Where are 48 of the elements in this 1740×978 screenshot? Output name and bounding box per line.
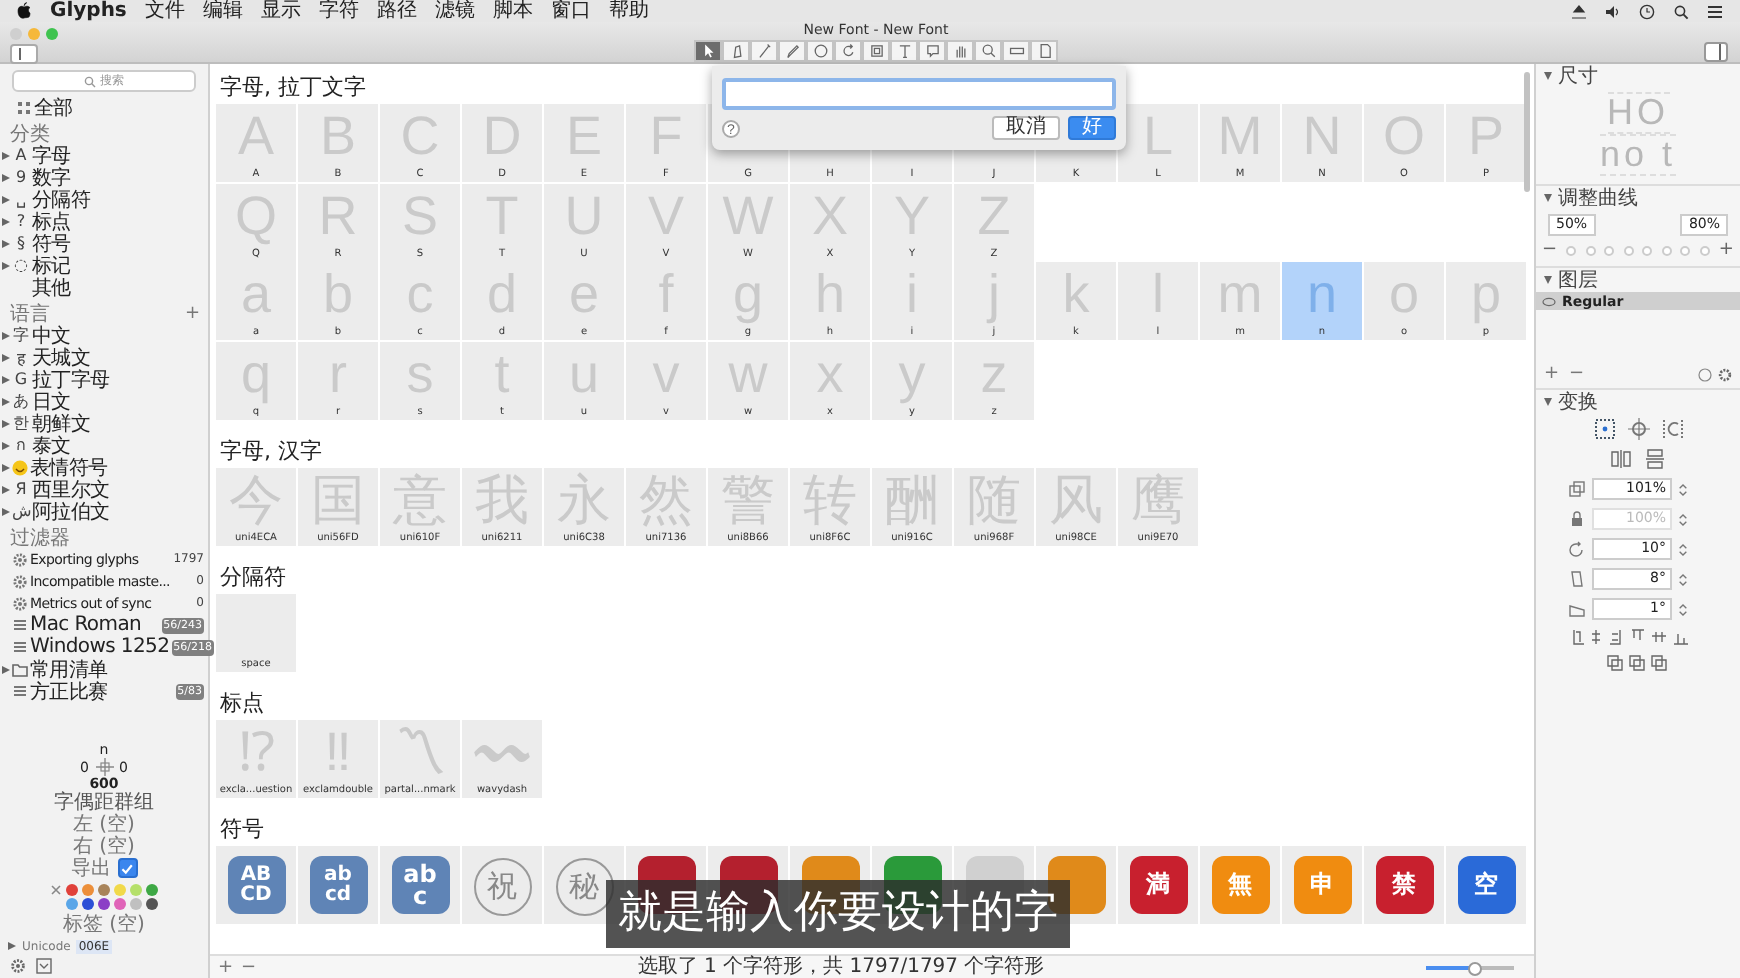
section-header: 语言	[10, 301, 50, 325]
script-icon: A	[12, 146, 30, 164]
script-icon: ش	[12, 502, 30, 520]
script-icon: Я	[12, 480, 30, 498]
script-icon: ह	[12, 346, 30, 368]
emoji-glyph: 空	[1457, 856, 1515, 914]
script-icon: 字	[12, 324, 30, 346]
panel-title: 调整曲线	[1558, 185, 1638, 212]
emoji-glyph: 祝	[473, 858, 531, 916]
field-label: 标签	[63, 914, 104, 936]
script-icon: 9	[12, 168, 30, 186]
emoji-glyph: 申	[1293, 856, 1351, 914]
script-icon: G	[12, 370, 30, 388]
glyph-preview: 〰	[475, 720, 529, 784]
panel-title: 图层	[1558, 268, 1598, 294]
script-icon: あ	[12, 390, 30, 412]
field-label: 左	[73, 814, 94, 836]
glyph-preview: ⁉	[238, 720, 274, 784]
panel-title: 变换	[1558, 389, 1598, 416]
emoji-glyph: 無	[1211, 856, 1269, 914]
glyph-preview: ‼	[324, 720, 352, 784]
section-title: 字母, 拉丁文字	[218, 72, 366, 104]
glyph-preview: 〽	[393, 720, 447, 784]
field-label: 导出	[71, 858, 111, 880]
panel-title: 尺寸	[1558, 63, 1598, 90]
emoji-glyph: abc	[391, 856, 449, 914]
section-title: 标点	[218, 688, 264, 720]
section-title: 分隔符	[218, 562, 286, 594]
subtitle-toast: 就是输入你要设计的字	[606, 880, 1070, 948]
preview-text: HO	[1607, 92, 1669, 134]
field-label: 右	[73, 836, 94, 858]
script-icon: ?	[12, 212, 30, 230]
section-header: 过滤器	[10, 525, 70, 551]
kerning-label: 字偶距群组	[54, 792, 154, 814]
section-header: 分类	[10, 121, 50, 145]
emoji-glyph: 禁	[1375, 856, 1433, 914]
script-icon: 한	[12, 412, 30, 434]
emoji-glyph: 満	[1129, 856, 1187, 914]
script-icon: §	[12, 234, 30, 252]
script-icon: ◌	[12, 256, 30, 274]
preview-text: no t	[1599, 134, 1677, 176]
section-title: 符号	[218, 814, 264, 846]
emoji-glyph: abcd	[309, 856, 367, 914]
script-icon: ␣	[12, 190, 30, 208]
status-text: 选取了 1 个字符形，共 1797/1797 个字符形	[635, 956, 1047, 978]
section-title: 字母, 汉字	[218, 436, 322, 468]
script-icon: ก	[12, 432, 30, 458]
emoji-glyph: ABCD	[227, 856, 285, 914]
